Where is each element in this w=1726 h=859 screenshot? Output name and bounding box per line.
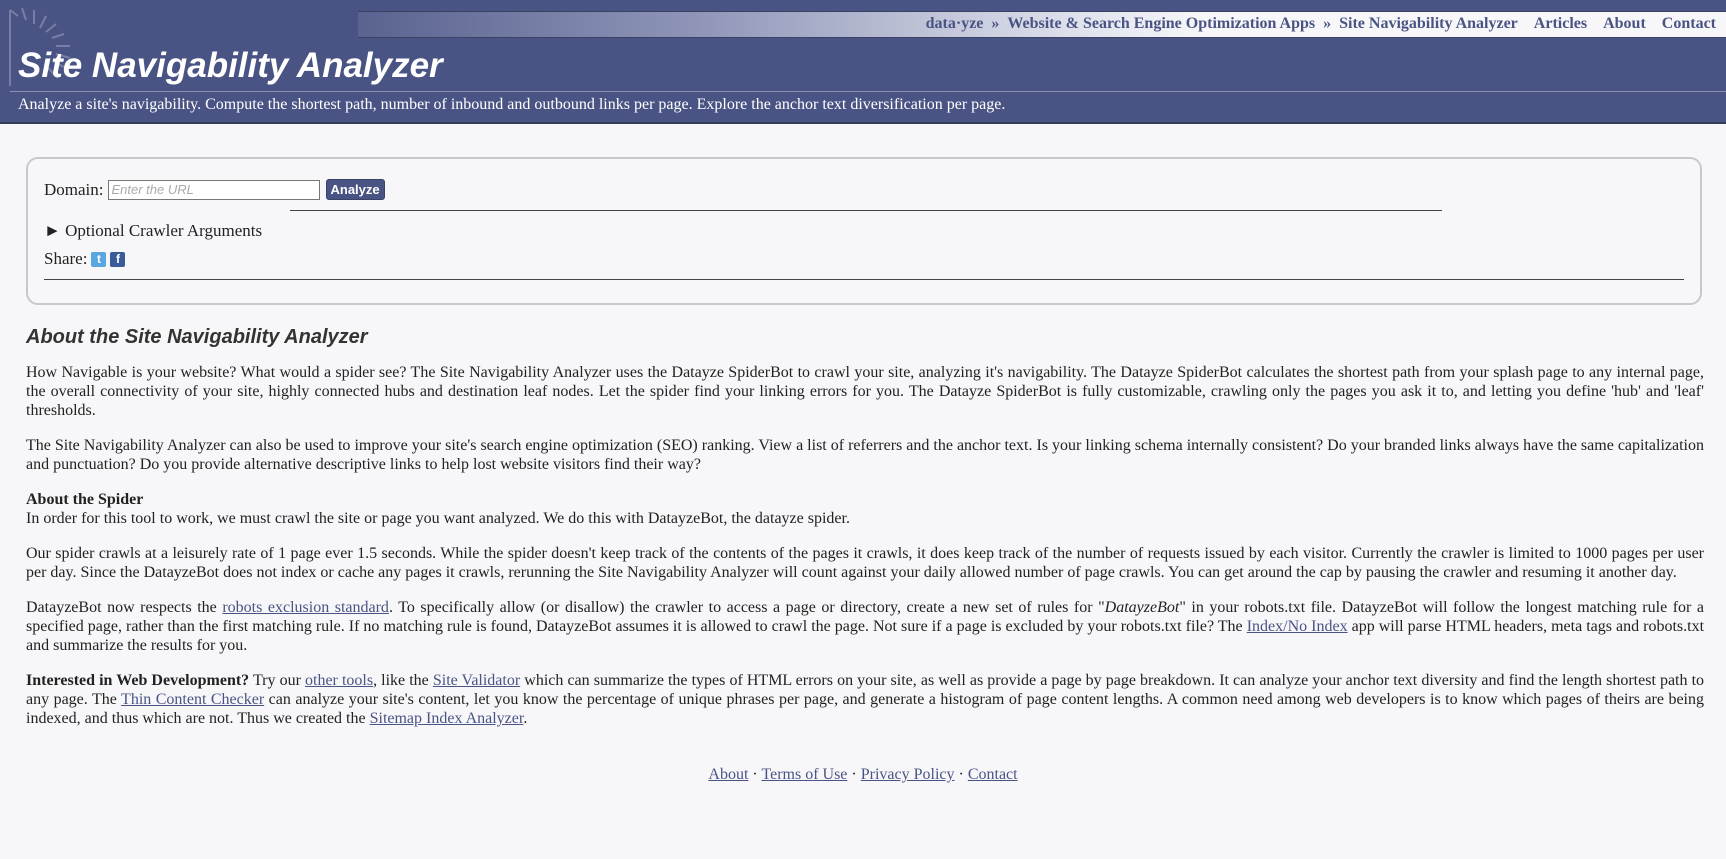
share-row: Share: t f xyxy=(44,249,126,269)
about-heading: About the Site Navigability Analyzer xyxy=(26,326,368,348)
top-navigation: data·yze » Website & Search Engine Optimiz… xyxy=(358,11,1726,38)
web-dev-text-a: Try our xyxy=(249,672,305,689)
facebook-icon[interactable]: f xyxy=(110,251,126,267)
nav-brand-link[interactable]: data·yze xyxy=(926,15,984,32)
web-dev-paragraph: Interested in Web Development? Try our o… xyxy=(26,671,1704,728)
site-validator-link[interactable]: Site Validator xyxy=(433,672,520,689)
breadcrumb-separator: » xyxy=(1323,15,1332,32)
footer-contact-link[interactable]: Contact xyxy=(968,766,1018,783)
analyzer-form-panel: Domain: Analyze ► Optional Crawler Argum… xyxy=(26,157,1702,305)
domain-label: Domain: xyxy=(44,179,104,199)
spider-paragraph-2: Our spider crawls at a leisurely rate of… xyxy=(26,545,1704,581)
nav-contact-link[interactable]: Contact xyxy=(1662,15,1716,32)
robots-text-b: . To specifically allow (or disallow) th… xyxy=(388,599,1105,616)
footer-about-link[interactable]: About xyxy=(708,766,748,783)
footer-separator: · xyxy=(752,766,758,783)
web-dev-text-d: can analyze your site's content, let you… xyxy=(26,691,1704,727)
about-paragraph-1: How Navigable is your website? What woul… xyxy=(26,364,1704,419)
web-dev-text-e: . xyxy=(523,710,528,727)
page-tagline: Analyze a site's navigability. Compute t… xyxy=(18,96,1006,113)
footer-privacy-link[interactable]: Privacy Policy xyxy=(861,766,955,783)
twitter-icon[interactable]: t xyxy=(91,251,107,267)
footer-separator: · xyxy=(958,766,964,783)
crawler-arguments-toggle[interactable]: ► Optional Crawler Arguments xyxy=(44,221,262,241)
domain-row: Domain: Analyze xyxy=(44,179,385,200)
title-divider xyxy=(10,91,1726,92)
expand-triangle-icon: ► xyxy=(44,221,61,240)
page-footer: About · Terms of Use · Privacy Policy · … xyxy=(0,766,1726,784)
spider-paragraph-1: In order for this tool to work, we must … xyxy=(26,510,850,527)
index-noindex-link[interactable]: Index/No Index xyxy=(1247,618,1348,635)
nav-about-link[interactable]: About xyxy=(1603,15,1646,32)
nav-apps-link[interactable]: Website & Search Engine Optimization App… xyxy=(1007,15,1315,32)
sitemap-index-analyzer-link[interactable]: Sitemap Index Analyzer xyxy=(370,710,524,727)
share-label: Share: xyxy=(44,249,88,268)
analyze-button[interactable]: Analyze xyxy=(325,179,385,200)
about-paragraph-2: The Site Navigability Analyzer can also … xyxy=(26,437,1704,473)
domain-url-input[interactable] xyxy=(107,179,320,200)
thin-content-checker-link[interactable]: Thin Content Checker xyxy=(121,691,264,708)
spider-section: About the Spider In order for this tool … xyxy=(26,490,1704,528)
page-title: Site Navigability Analyzer xyxy=(18,46,443,85)
form-divider xyxy=(290,210,1442,211)
site-header: data·yze » Website & Search Engine Optimiz… xyxy=(0,0,1726,124)
robots-bot-name: DatayzeBot xyxy=(1104,599,1180,616)
nav-articles-link[interactable]: Articles xyxy=(1534,15,1587,32)
footer-terms-link[interactable]: Terms of Use xyxy=(761,766,847,783)
about-section: About the Site Navigability Analyzer How… xyxy=(26,324,1704,744)
other-tools-link[interactable]: other tools xyxy=(305,672,373,689)
panel-bottom-divider xyxy=(44,279,1684,280)
nav-current-link[interactable]: Site Navigability Analyzer xyxy=(1339,15,1518,32)
web-dev-heading: Interested in Web Development? xyxy=(26,672,250,689)
footer-separator: · xyxy=(851,766,857,783)
spider-heading: About the Spider xyxy=(26,491,144,508)
robots-paragraph: DatayzeBot now respects the robots exclu… xyxy=(26,598,1704,655)
robots-text-a: DatayzeBot now respects the xyxy=(26,599,223,616)
breadcrumb-separator: » xyxy=(991,15,1000,32)
crawler-arguments-label: Optional Crawler Arguments xyxy=(65,221,263,240)
web-dev-text-b: , like the xyxy=(373,672,433,689)
robots-exclusion-link[interactable]: robots exclusion standard xyxy=(222,599,389,616)
